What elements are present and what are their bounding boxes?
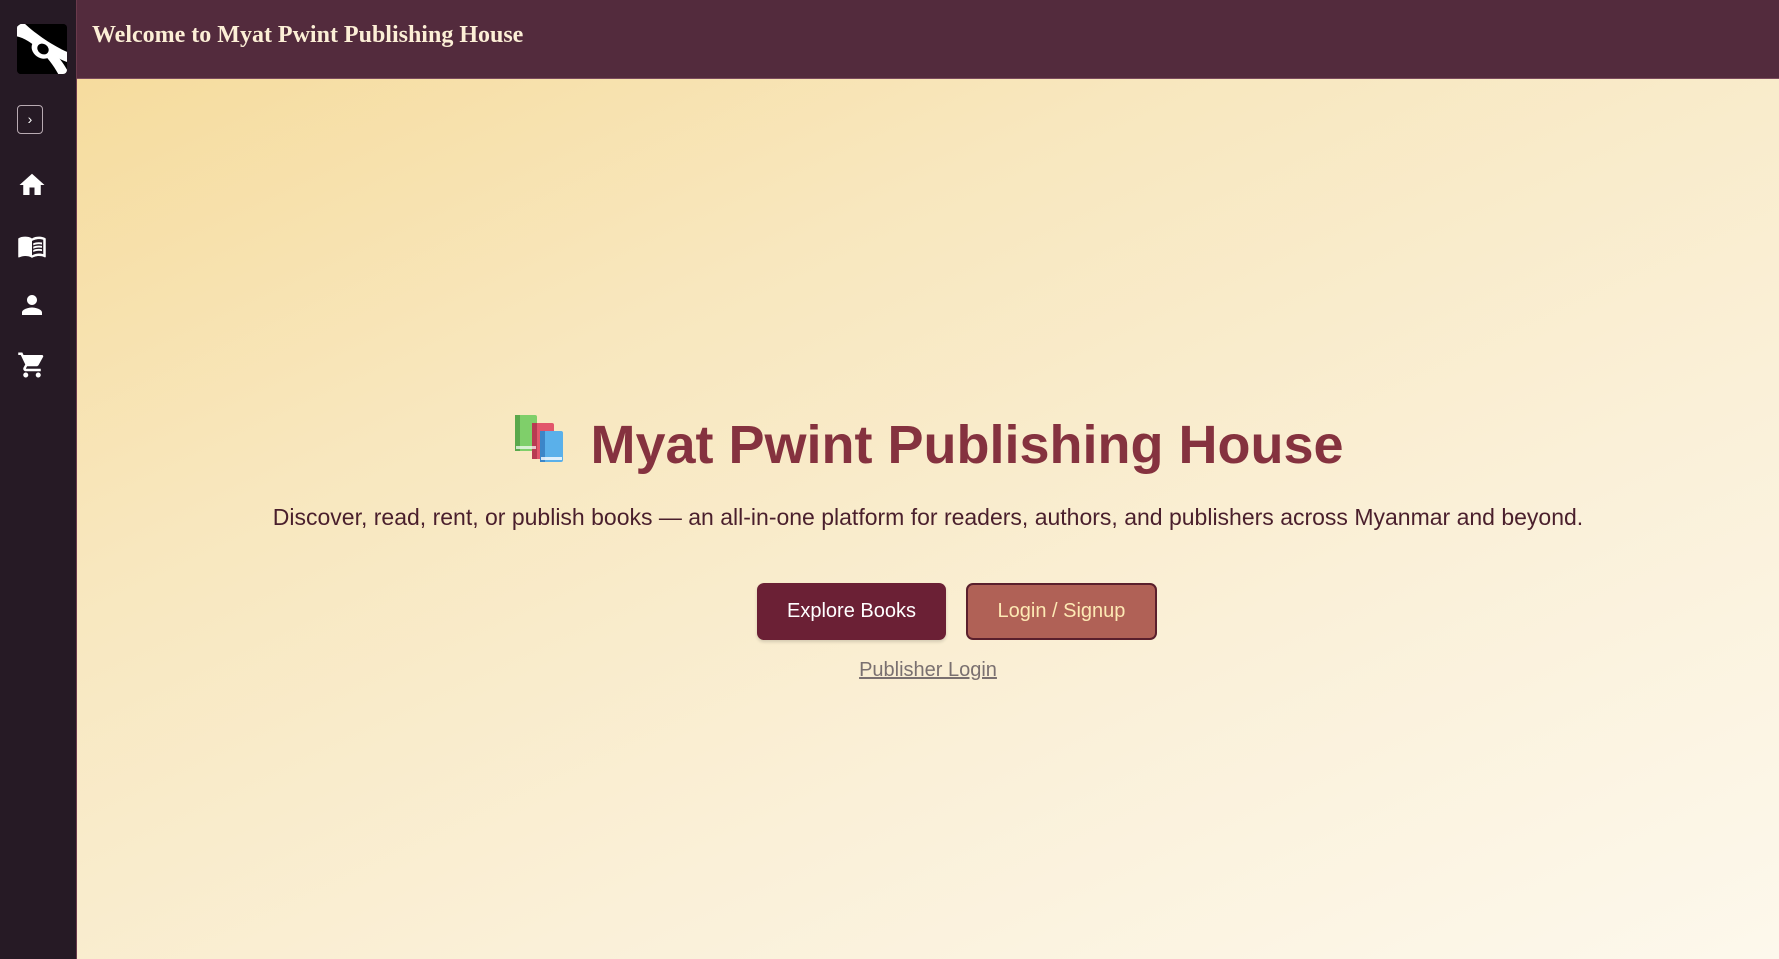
hero-subtitle: Discover, read, rent, or publish books —… — [272, 504, 1584, 530]
publisher-login-link[interactable]: Publisher Login — [859, 659, 997, 681]
sidebar-item-cart[interactable] — [17, 350, 47, 380]
hero-title-text: Myat Pwint Publishing House — [590, 415, 1344, 475]
app-logo[interactable] — [17, 24, 67, 74]
publisher-login-row: Publisher Login — [77, 659, 1779, 682]
logo-icon — [17, 24, 67, 74]
sidebar-item-profile[interactable] — [17, 290, 47, 320]
login-signup-button[interactable]: Login / Signup — [966, 583, 1157, 640]
page-title: Welcome to Myat Pwint Publishing House — [92, 22, 524, 48]
top-bar: Welcome to Myat Pwint Publishing House — [77, 0, 1779, 79]
books-icon — [512, 413, 568, 476]
user-icon — [22, 295, 42, 315]
home-icon — [19, 173, 45, 195]
book-icon — [18, 236, 46, 258]
hero-section: Myat Pwint Publishing House Discover, re… — [77, 79, 1779, 959]
sidebar-item-home[interactable] — [17, 170, 47, 200]
sidebar: › — [0, 0, 77, 959]
sidebar-item-books[interactable] — [17, 231, 47, 261]
hero-heading: Myat Pwint Publishing House — [77, 414, 1779, 480]
sidebar-toggle-button[interactable]: › — [17, 105, 43, 134]
cart-icon — [18, 352, 44, 378]
explore-books-button[interactable]: Explore Books — [757, 583, 946, 640]
app-window: › Welcome to Myat Pwint Publishing House — [0, 0, 1779, 959]
